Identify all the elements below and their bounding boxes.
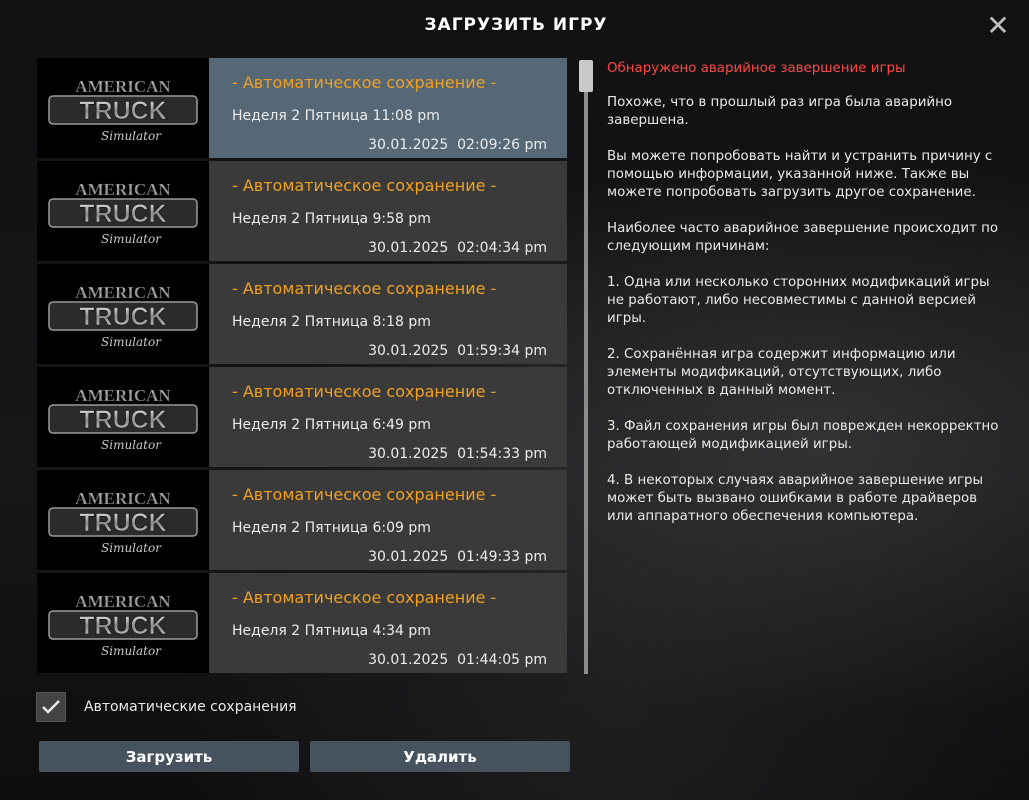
logo-top: AMERICAN: [75, 386, 171, 405]
save-name: - Автоматическое сохранение -: [232, 485, 497, 504]
details-paragraph: 2. Сохранённая игра содержит информацию …: [607, 347, 956, 398]
save-timestamp: 30.01.2025 01:59:34 pm: [368, 343, 547, 359]
logo-bottom: Simulator: [101, 438, 162, 452]
logo-bottom: Simulator: [101, 232, 162, 246]
save-info: - Автоматическое сохранение - Неделя 2 П…: [209, 58, 567, 158]
logo-mid: TRUCK: [79, 406, 167, 434]
save-timestamp: 30.01.2025 01:54:33 pm: [368, 446, 547, 462]
details-paragraph: 1. Одна или несколько сторонних модифика…: [607, 275, 990, 326]
save-row[interactable]: AMERICAN TRUCK Simulator - Автоматическо…: [37, 58, 567, 158]
autosave-filter: Автоматические сохранения: [36, 692, 297, 722]
checkmark-icon: [42, 700, 60, 714]
save-timestamp: 30.01.2025 02:09:26 pm: [368, 137, 547, 153]
details-paragraph: Наиболее часто аварийное завершение прои…: [607, 221, 999, 254]
logo-bottom: Simulator: [101, 541, 162, 555]
save-thumbnail: AMERICAN TRUCK Simulator: [37, 58, 209, 158]
scrollbar[interactable]: [579, 60, 593, 674]
details-paragraph: 4. В некоторых случаях аварийное заверше…: [607, 473, 984, 524]
ats-logo: AMERICAN TRUCK Simulator: [48, 592, 198, 658]
save-row[interactable]: AMERICAN TRUCK Simulator - Автоматическо…: [37, 367, 567, 467]
logo-mid: TRUCK: [79, 97, 167, 125]
save-game-time: Неделя 2 Пятница 9:58 pm: [232, 211, 431, 227]
save-timestamp: 30.01.2025 01:44:05 pm: [368, 652, 547, 668]
save-game-time: Неделя 2 Пятница 11:08 pm: [232, 108, 440, 124]
delete-button[interactable]: Удалить: [310, 741, 570, 772]
save-timestamp: 30.01.2025 02:04:34 pm: [368, 240, 547, 256]
save-info: - Автоматическое сохранение - Неделя 2 П…: [209, 264, 567, 364]
dialog-title: ЗАГРУЗИТЬ ИГРУ: [424, 15, 608, 35]
logo-mid: TRUCK: [79, 303, 167, 331]
details-paragraph: Похоже, что в прошлый раз игра была авар…: [607, 95, 953, 128]
ats-logo: AMERICAN TRUCK Simulator: [48, 77, 198, 143]
save-info: - Автоматическое сохранение - Неделя 2 П…: [209, 161, 567, 261]
logo-top: AMERICAN: [75, 489, 171, 508]
save-game-time: Неделя 2 Пятница 4:34 pm: [232, 623, 431, 639]
save-list[interactable]: AMERICAN TRUCK Simulator - Автоматическо…: [37, 58, 567, 674]
load-button[interactable]: Загрузить: [39, 741, 299, 772]
logo-top: AMERICAN: [75, 283, 171, 302]
logo-top: AMERICAN: [75, 77, 171, 96]
save-name: - Автоматическое сохранение -: [232, 279, 497, 298]
save-thumbnail: AMERICAN TRUCK Simulator: [37, 161, 209, 261]
logo-mid: TRUCK: [79, 200, 167, 228]
save-game-time: Неделя 2 Пятница 6:49 pm: [232, 417, 431, 433]
logo-bottom: Simulator: [101, 129, 162, 143]
save-info: - Автоматическое сохранение - Неделя 2 П…: [209, 470, 567, 570]
logo-bottom: Simulator: [101, 644, 162, 658]
ats-logo: AMERICAN TRUCK Simulator: [48, 180, 198, 246]
close-icon[interactable]: ✕: [984, 12, 1012, 40]
details-paragraph: Вы можете попробовать найти и устранить …: [607, 149, 993, 200]
save-thumbnail: AMERICAN TRUCK Simulator: [37, 573, 209, 673]
save-name: - Автоматическое сохранение -: [232, 73, 497, 92]
autosave-label: Автоматические сохранения: [84, 699, 297, 715]
save-game-time: Неделя 2 Пятница 6:09 pm: [232, 520, 431, 536]
details-paragraph: 3. Файл сохранения игры был поврежден не…: [607, 419, 999, 452]
save-row[interactable]: AMERICAN TRUCK Simulator - Автоматическо…: [37, 161, 567, 261]
ats-logo: AMERICAN TRUCK Simulator: [48, 283, 198, 349]
logo-top: AMERICAN: [75, 592, 171, 611]
save-row[interactable]: AMERICAN TRUCK Simulator - Автоматическо…: [37, 264, 567, 364]
scrollbar-thumb[interactable]: [579, 60, 593, 92]
save-timestamp: 30.01.2025 01:49:33 pm: [368, 549, 547, 565]
crash-warning: Обнаружено аварийное завершение игры: [607, 61, 906, 76]
save-thumbnail: AMERICAN TRUCK Simulator: [37, 264, 209, 364]
save-thumbnail: AMERICAN TRUCK Simulator: [37, 470, 209, 570]
logo-top: AMERICAN: [75, 180, 171, 199]
logo-mid: TRUCK: [79, 509, 167, 537]
save-row[interactable]: AMERICAN TRUCK Simulator - Автоматическо…: [37, 470, 567, 570]
load-game-dialog: ЗАГРУЗИТЬ ИГРУ ✕ AMERICAN TRUCK Simulato…: [14, 0, 1018, 790]
ats-logo: AMERICAN TRUCK Simulator: [48, 386, 198, 452]
save-name: - Автоматическое сохранение -: [232, 588, 497, 607]
save-info: - Автоматическое сохранение - Неделя 2 П…: [209, 367, 567, 467]
save-name: - Автоматическое сохранение -: [232, 382, 497, 401]
save-thumbnail: AMERICAN TRUCK Simulator: [37, 367, 209, 467]
save-info: - Автоматическое сохранение - Неделя 2 П…: [209, 573, 567, 673]
save-game-time: Неделя 2 Пятница 8:18 pm: [232, 314, 431, 330]
logo-mid: TRUCK: [79, 612, 167, 640]
save-row[interactable]: AMERICAN TRUCK Simulator - Автоматическо…: [37, 573, 567, 673]
autosave-checkbox[interactable]: [36, 692, 66, 722]
save-name: - Автоматическое сохранение -: [232, 176, 497, 195]
ats-logo: AMERICAN TRUCK Simulator: [48, 489, 198, 555]
crash-details-panel: Обнаружено аварийное завершение игры Пох…: [607, 60, 1002, 544]
logo-bottom: Simulator: [101, 335, 162, 349]
